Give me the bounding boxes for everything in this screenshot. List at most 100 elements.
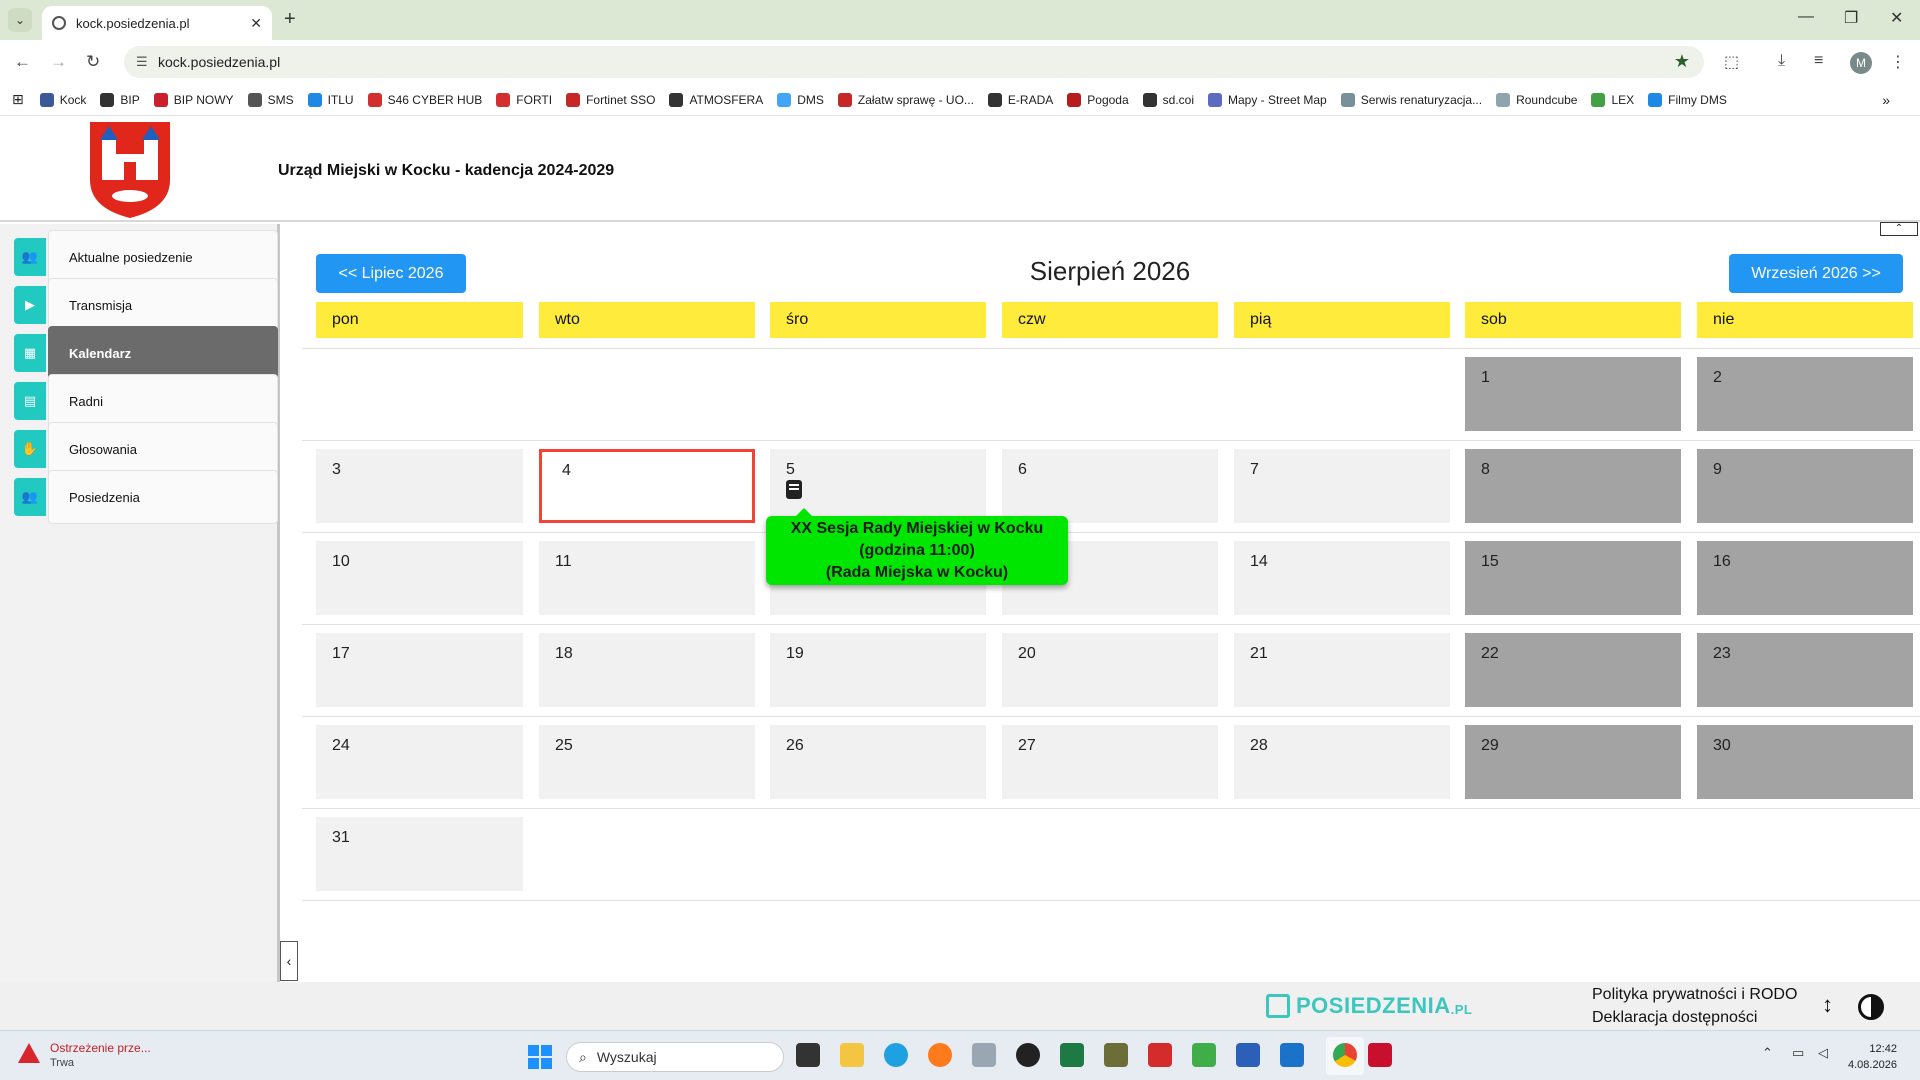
calendar-day-cell[interactable]: 15	[1465, 541, 1681, 615]
calendar-day-cell[interactable]: 21	[1234, 633, 1450, 707]
browser-menu-icon[interactable]: ⋮	[1890, 52, 1906, 72]
calendar-day-cell[interactable]: 24	[316, 725, 523, 799]
firefox-icon[interactable]	[928, 1043, 952, 1067]
media-icon[interactable]: ≡	[1814, 52, 1823, 70]
bookmark-item[interactable]: FORTI	[496, 92, 552, 107]
calendar-day-cell[interactable]: 23	[1697, 633, 1913, 707]
event-tooltip[interactable]: XX Sesja Rady Miejskiej w Kocku (godzina…	[766, 508, 1068, 585]
calendar-day-cell[interactable]: 11	[539, 541, 755, 615]
outlook-icon[interactable]	[1280, 1043, 1304, 1067]
network-icon[interactable]: ▭	[1792, 1045, 1804, 1061]
calendar-day-cell[interactable]: 28	[1234, 725, 1450, 799]
coat-of-arms-logo[interactable]	[88, 120, 172, 220]
calendar-day-cell[interactable]: 31	[316, 817, 523, 891]
bookmark-item[interactable]: ITLU	[307, 92, 354, 107]
bookmark-item[interactable]: Pogoda	[1067, 92, 1129, 107]
calendar-day-cell[interactable]: 29	[1465, 725, 1681, 799]
font-size-icon[interactable]: ↕	[1822, 992, 1833, 1018]
acrobat-icon[interactable]	[1368, 1043, 1392, 1067]
volume-icon[interactable]: ◁	[1818, 1045, 1828, 1061]
bookmark-item[interactable]: DMS	[777, 92, 824, 107]
calendar-day-cell[interactable]: 3	[316, 449, 523, 523]
more-bookmarks-icon[interactable]: »	[1882, 92, 1890, 108]
notepad-icon[interactable]	[1192, 1043, 1216, 1067]
calendar-day-cell[interactable]: 1	[1465, 357, 1681, 431]
bookmark-item[interactable]: Filmy DMS	[1648, 92, 1727, 107]
bookmark-item[interactable]: BIP	[100, 92, 140, 107]
contrast-toggle-icon[interactable]	[1858, 994, 1884, 1020]
bookmark-item[interactable]: S46 CYBER HUB	[367, 92, 482, 107]
obs-icon[interactable]	[1016, 1043, 1040, 1067]
task-view-icon[interactable]	[796, 1043, 820, 1067]
next-month-button[interactable]: Wrzesień 2026 >>	[1729, 254, 1903, 293]
apps-grid-icon[interactable]: ⊞	[12, 91, 24, 108]
bookmark-item[interactable]: ATMOSFERA	[669, 92, 763, 107]
event-document-icon[interactable]	[786, 480, 802, 499]
calendar-day-cell[interactable]: 2	[1697, 357, 1913, 431]
new-tab-button[interactable]: +	[284, 8, 296, 31]
prev-month-button[interactable]: << Lipiec 2026	[316, 254, 466, 293]
word-icon[interactable]	[1236, 1043, 1260, 1067]
bookmark-item[interactable]: E-RADA	[987, 92, 1053, 107]
posiedzenia-brand-logo[interactable]: POSIEDZENIA .PL	[1266, 982, 1472, 1030]
profile-avatar[interactable]: M	[1850, 52, 1872, 74]
calendar-day-cell[interactable]: 4	[539, 449, 755, 523]
bookmark-item[interactable]: Kock	[39, 92, 86, 107]
edge-icon[interactable]	[884, 1043, 908, 1067]
back-icon[interactable]: ←	[14, 52, 31, 72]
calendar-day-cell[interactable]: 18	[539, 633, 755, 707]
file-explorer-icon[interactable]	[840, 1043, 864, 1067]
bookmark-item[interactable]: Serwis renaturyzacja...	[1340, 92, 1482, 107]
calendar-day-cell[interactable]: 17	[316, 633, 523, 707]
collapse-sidebar-button[interactable]: ‹	[280, 941, 298, 981]
bookmark-star-icon[interactable]: ★	[1674, 51, 1690, 72]
screenshot-tool-icon[interactable]	[1148, 1043, 1172, 1067]
bookmark-item[interactable]: Załatw sprawę - UO...	[837, 92, 974, 107]
bookmark-item[interactable]: LEX	[1591, 92, 1634, 107]
extensions-icon[interactable]: ⬚	[1724, 52, 1739, 72]
calendar-day-cell[interactable]: 30	[1697, 725, 1913, 799]
accessibility-link[interactable]: Deklaracja dostępności	[1592, 1009, 1757, 1027]
calendar-day-cell[interactable]: 6	[1002, 449, 1218, 523]
sidebar-item[interactable]: ▦ Kalendarz	[14, 326, 278, 380]
archive-icon[interactable]	[1104, 1043, 1128, 1067]
sidebar-item[interactable]: 👥 Posiedzenia	[14, 470, 278, 524]
calendar-day-cell[interactable]: 26	[770, 725, 986, 799]
sidebar-item[interactable]: ▶ Transmisja	[14, 278, 278, 332]
calendar-day-cell[interactable]: 20	[1002, 633, 1218, 707]
calendar-day-cell[interactable]: 22	[1465, 633, 1681, 707]
calendar-day-cell[interactable]: 10	[316, 541, 523, 615]
bookmark-item[interactable]: Roundcube	[1496, 92, 1577, 107]
forward-icon[interactable]: →	[50, 52, 67, 72]
bookmark-item[interactable]: SMS	[247, 92, 294, 107]
sidebar-item[interactable]: 👥 Aktualne posiedzenie	[14, 230, 278, 284]
minimize-icon[interactable]: —	[1798, 8, 1814, 26]
calendar-day-cell[interactable]: 27	[1002, 725, 1218, 799]
calendar-day-cell[interactable]: 14	[1234, 541, 1450, 615]
sidebar-item[interactable]: ✋ Głosowania	[14, 422, 278, 476]
calendar-day-cell[interactable]: 9	[1697, 449, 1913, 523]
network-tool-icon[interactable]	[972, 1043, 996, 1067]
taskbar-search[interactable]: ⌕ Wyszukaj	[566, 1042, 784, 1072]
address-bar[interactable]: ☰ kock.posiedzenia.pl ★	[124, 46, 1704, 78]
calendar-day-cell[interactable]: 25	[539, 725, 755, 799]
chrome-icon[interactable]	[1333, 1043, 1357, 1067]
bookmark-item[interactable]: Mapy - Street Map	[1208, 92, 1327, 107]
start-menu-icon[interactable]	[528, 1045, 552, 1069]
tray-chevron-icon[interactable]: ⌃	[1762, 1045, 1773, 1061]
reload-icon[interactable]: ↻	[86, 52, 100, 72]
calendar-day-cell[interactable]: 19	[770, 633, 986, 707]
bookmark-item[interactable]: Fortinet SSO	[566, 92, 655, 107]
privacy-link[interactable]: Polityka prywatności i RODO	[1592, 986, 1797, 1004]
calendar-day-cell[interactable]: 16	[1697, 541, 1913, 615]
tab-close-icon[interactable]: ✕	[250, 15, 262, 32]
tab-search-icon[interactable]: ⌄	[8, 8, 32, 32]
download-icon[interactable]: ⤓	[1778, 52, 1785, 70]
excel-icon[interactable]	[1060, 1043, 1084, 1067]
security-warning-notification[interactable]: Ostrzeżenie prze... Trwa	[18, 1041, 151, 1069]
window-close-icon[interactable]: ✕	[1890, 8, 1903, 28]
bookmark-item[interactable]: BIP NOWY	[153, 92, 234, 107]
sidebar-item[interactable]: ▤ Radni	[14, 374, 278, 428]
restore-icon[interactable]: ❐	[1844, 8, 1858, 28]
system-clock[interactable]: 12:42 4.08.2026	[1848, 1041, 1897, 1073]
